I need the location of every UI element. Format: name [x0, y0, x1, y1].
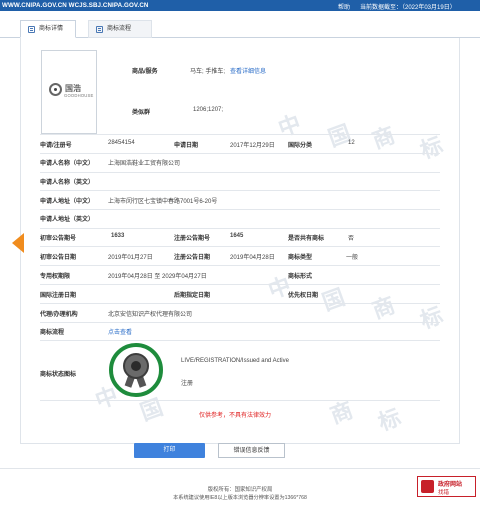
status-seal-icon: [109, 343, 163, 397]
trademark-logo: 国浩 GOODHOUSE: [48, 81, 94, 101]
medal: [123, 353, 149, 379]
disc-icon: [49, 83, 62, 96]
class-group-label: 类似群: [132, 110, 151, 116]
logo-english: GOODHOUSE: [64, 93, 94, 98]
goods-value: 马车; 手推车;: [190, 69, 226, 75]
document-icon: [28, 26, 35, 33]
reg-no-value: 28454154: [108, 140, 135, 146]
divider: [40, 246, 440, 247]
status-chinese: 注册: [181, 381, 194, 387]
tm-type-value: 一般: [346, 255, 359, 261]
process-label: 商标流程: [40, 330, 65, 336]
error-feedback-button[interactable]: 错误信息反馈: [218, 443, 285, 458]
goods-detail-link[interactable]: 查看详细信息: [230, 66, 266, 75]
divider: [40, 400, 440, 401]
trademark-image[interactable]: 国浩 GOODHOUSE: [41, 50, 97, 134]
intl-class-value: 12: [348, 140, 355, 146]
reg-pub-date-label: 注册公告日期: [174, 255, 211, 261]
tab-trademark-details[interactable]: 商标详情: [20, 20, 76, 38]
divider: [40, 284, 440, 285]
disclaimer: 仅供参考，不具有法律效力: [199, 413, 272, 419]
gov-badge-subtitle: 找错: [438, 490, 450, 496]
reg-pub-no-label: 注册公告期号: [174, 236, 211, 242]
divider: [40, 134, 440, 135]
shared-label: 是否共有商标: [288, 236, 325, 242]
app-date-label: 申请日期: [174, 143, 199, 149]
late-spec-date-label: 后期指定日期: [174, 293, 211, 299]
tab-bar: 商标详情 商标流程: [0, 20, 480, 38]
class-group-value: 1206;1207;: [193, 107, 224, 113]
document-icon: [96, 26, 103, 33]
reg-pub-date-value: 2019年04月28日: [230, 255, 275, 261]
prelim-date-label: 初审公告日期: [40, 255, 77, 261]
applicant-cn-label: 申请人名称（中文）: [40, 161, 95, 167]
agent-label: 代理/办理机构: [40, 312, 78, 318]
copyright: 版权所有：国家知识产权局: [207, 487, 273, 493]
applicant-cn-value: 上海国浩鞋业工贸有限公司: [108, 161, 181, 167]
gov-site-badge[interactable]: 政府网站 找错: [417, 476, 476, 497]
top-bar: WWW.CNIPA.GOV.CN WCJS.SBJ.CNIPA.GOV.CN 帮…: [0, 0, 480, 11]
shared-value: 否: [348, 236, 355, 242]
tab-label: 商标流程: [107, 26, 132, 32]
prelim-no-value: 1633: [111, 233, 125, 239]
divider: [40, 303, 440, 304]
process-link[interactable]: 点击查看: [108, 327, 132, 336]
gov-badge-title: 政府网站: [438, 482, 463, 488]
status-label: 商标状态图标: [40, 372, 77, 378]
tab-label: 商标详情: [39, 26, 64, 32]
divider: [40, 209, 440, 210]
applicant-en-label: 申请人名称（英文）: [40, 180, 95, 186]
address-en-label: 申请人地址（英文）: [40, 217, 95, 223]
tm-form-label: 商标形式: [288, 274, 313, 280]
divider: [40, 322, 440, 323]
address-cn-value: 上海市闵行区七宝镇中春路7001号6-20号: [108, 199, 218, 205]
goods-label: 商品/服务: [132, 69, 158, 75]
divider: [40, 228, 440, 229]
site-urls: WWW.CNIPA.GOV.CN WCJS.SBJ.CNIPA.GOV.CN: [2, 2, 149, 9]
footer: 版权所有：国家知识产权局 本系统建议使用IE8以上版本浏览器分辨率设置为1366…: [0, 468, 480, 514]
agent-value: 北京安信知识产权代理有限公司: [108, 312, 193, 318]
divider: [40, 190, 440, 191]
intl-class-label: 国际分类: [288, 143, 313, 149]
reg-pub-no-value: 1645: [230, 233, 244, 239]
data-date: 当前数据截至：（2022年03月19日）: [360, 5, 456, 11]
address-cn-label: 申请人地址（中文）: [40, 199, 95, 205]
prelim-no-label: 初审公告期号: [40, 236, 77, 242]
divider: [40, 172, 440, 173]
previous-arrow-icon[interactable]: [12, 233, 24, 253]
exclusive-value: 2019年04月28日 至 2029年04月27日: [108, 274, 207, 280]
intl-reg-date-label: 国际注册日期: [40, 293, 77, 299]
divider: [40, 153, 440, 154]
browser-notice: 本系统建议使用IE8以上版本浏览器分辨率设置为1366*768: [173, 495, 307, 501]
divider: [40, 265, 440, 266]
tm-type-label: 商标类型: [288, 255, 313, 261]
app-date-value: 2017年12月29日: [230, 143, 275, 149]
national-emblem-icon: [421, 480, 434, 493]
priority-date-label: 优先权日期: [288, 293, 319, 299]
prelim-date-value: 2019年01月27日: [108, 255, 153, 261]
print-button[interactable]: 打印: [134, 443, 205, 458]
help-link[interactable]: 帮助: [338, 2, 350, 11]
exclusive-label: 专用权期限: [40, 274, 71, 280]
divider: [40, 340, 440, 341]
tab-trademark-process[interactable]: 商标流程: [88, 20, 152, 38]
status-english: LIVE/REGISTRATION/Issued and Active: [181, 358, 289, 364]
reg-no-label: 申请/注册号: [40, 143, 72, 149]
